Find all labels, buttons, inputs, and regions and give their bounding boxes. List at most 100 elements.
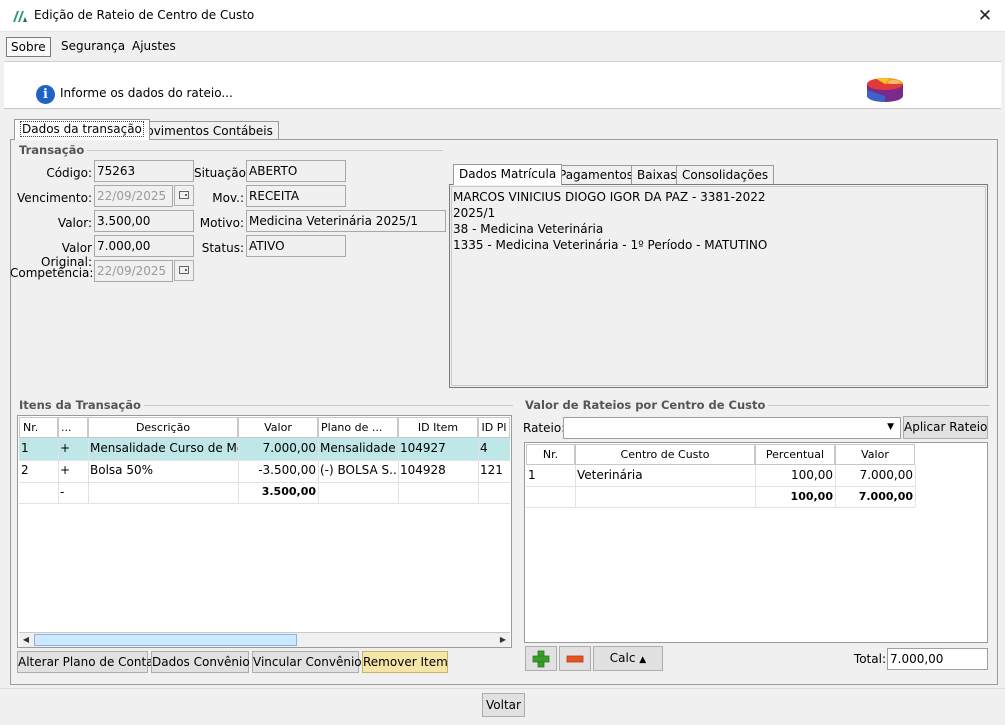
menu-sobre[interactable]: Sobre [6,37,51,57]
rateios-col-divider [575,465,576,507]
itens-col-valor[interactable]: Valor [238,417,318,438]
close-icon[interactable]: ✕ [972,4,998,28]
vencimento-calendar-icon[interactable] [174,185,194,206]
matricula-line-aluno: MARCOS VINICIUS DIOGO IGOR DA PAZ - 3381… [453,190,766,204]
chevron-down-icon: ▼ [887,422,894,432]
total-label: Total: [853,652,886,666]
rateio-select[interactable]: ▼ [563,417,901,439]
add-rateio-button[interactable] [525,646,557,671]
scroll-right-icon[interactable]: ▶ [496,633,510,647]
app-logo-icon [13,11,27,22]
rateios-cell: 100,00 [791,468,833,482]
situacao-label: Situação: [194,166,250,180]
rateios-group-title: Valor de Rateios por Centro de Custo [522,398,769,412]
tab-movimentos-contabeis[interactable]: Movimentos Contábeis [130,121,279,141]
vencimento-field[interactable]: 22/09/2025 [94,185,173,207]
rateios-col-divider [835,465,836,507]
motivo-label: Motivo: [199,216,244,230]
itens-col-plano[interactable]: Plano de ... [318,417,398,438]
menu-bar: Sobre Segurança Ajustes [4,33,1001,59]
rateios-col-percentual[interactable]: Percentual [755,444,835,465]
status-field[interactable]: ATIVO [246,235,346,257]
itens-cell: 2 [21,463,29,477]
alterar-plano-conta-button[interactable]: Alterar Plano de Conta [17,651,154,673]
codigo-field[interactable]: 75263 [94,160,194,182]
situacao-field[interactable]: ABERTO [246,160,346,182]
itens-col-nr[interactable]: Nr. [19,417,58,438]
matricula-line-curso: 38 - Medicina Veterinária [453,222,604,236]
tab-dados-matricula[interactable]: Dados Matrícula [453,164,563,185]
rateios-col-centro[interactable]: Centro de Custo [575,444,755,465]
itens-col-tipo[interactable]: ... [58,417,88,438]
itens-cell: (-) BOLSA S... [320,463,398,477]
vencimento-label: Vencimento: [17,191,92,205]
valor-label: Valor: [57,216,92,230]
calc-button-label: Calc [609,651,636,665]
rateios-col-valor[interactable]: Valor [835,444,915,465]
matricula-line-turma: 1335 - Medicina Veterinária - 1º Período… [453,238,768,252]
menu-ajustes[interactable]: Ajustes [128,37,180,57]
remove-rateio-button[interactable] [559,646,591,671]
itens-col-divider [58,438,59,503]
tab-baixas[interactable]: Baixas [631,165,683,185]
itens-col-divider [478,438,479,503]
window-title: Edição de Rateio de Centro de Custo [34,8,255,22]
mov-field[interactable]: RECEITA [246,185,346,207]
tab-dados-transacao[interactable]: Dados da transação [14,119,150,140]
info-icon: i [36,85,55,104]
itens-cell: Mensalidade Curso de Me... [90,441,238,455]
itens-cell: 121 [480,463,503,477]
valor-field[interactable]: 3.500,00 [94,210,194,232]
mov-label: Mov.: [212,191,244,205]
competencia-calendar-icon[interactable] [174,260,194,281]
tab-consolidacoes[interactable]: Consolidações [676,165,775,185]
rateios-total-percentual: 100,00 [790,490,833,503]
valor-original-field[interactable]: 7.000,00 [94,235,194,257]
itens-group-title: Itens da Transação [16,398,144,412]
itens-col-divider [318,438,319,503]
itens-cell: 1 [21,441,29,455]
tab-pagamentos[interactable]: Pagamentos [553,165,639,185]
itens-col-descricao[interactable]: Descrição [88,417,238,438]
competencia-field[interactable]: 22/09/2025 [94,260,173,282]
rateios-cell: 7.000,00 [859,468,913,482]
calc-arrow-up-icon: ▲ [639,655,647,665]
itens-cell: + [60,463,71,477]
voltar-button[interactable]: Voltar [482,693,525,717]
dados-convenio-button[interactable]: Dados Convênio [151,651,250,673]
scroll-thumb[interactable] [34,634,297,646]
banner-text: Informe os dados do rateio... [60,86,233,100]
remover-item-button[interactable]: Remover Item [362,651,448,673]
rateios-col-nr[interactable]: Nr. [526,444,575,465]
itens-col-divider [398,438,399,503]
menu-seguranca[interactable]: Segurança [57,37,129,57]
itens-cell: 104927 [400,441,446,455]
rateios-cell: Veterinária [577,468,643,482]
aplicar-rateio-button[interactable]: Aplicar Rateio [903,416,988,439]
matricula-inner-border [451,186,986,386]
itens-cell: 104928 [400,463,446,477]
itens-col-divider [238,438,239,503]
motivo-field[interactable]: Medicina Veterinária 2025/1 [246,210,446,232]
scroll-left-icon[interactable]: ◀ [19,633,33,647]
vincular-convenio-button[interactable]: Vincular Convênio [252,651,362,673]
itens-cell: Mensalidade [320,441,396,455]
itens-cell: Bolsa 50% [90,463,153,477]
total-field[interactable]: 7.000,00 [887,648,988,670]
pie-chart-logo-icon [867,77,903,102]
itens-horizontal-scrollbar[interactable]: ◀ ▶ [19,632,510,647]
rateios-row-divider [526,507,915,508]
rateio-label: Rateio: [523,421,566,435]
matricula-line-periodo: 2025/1 [453,206,496,220]
plus-icon [532,650,550,668]
itens-cell: 4 [480,441,488,455]
itens-cell: -3.500,00 [258,463,316,477]
itens-cell: + [60,441,71,455]
itens-col-id-item[interactable]: ID Item [398,417,478,438]
calc-button[interactable]: Calc ▲ [593,646,663,671]
itens-col-id-plano[interactable]: ID Pl [478,417,510,438]
itens-total-valor: 3.500,00 [261,485,316,498]
rateios-col-divider [755,465,756,507]
itens-row-divider [19,503,510,504]
status-label: Status: [201,241,244,255]
